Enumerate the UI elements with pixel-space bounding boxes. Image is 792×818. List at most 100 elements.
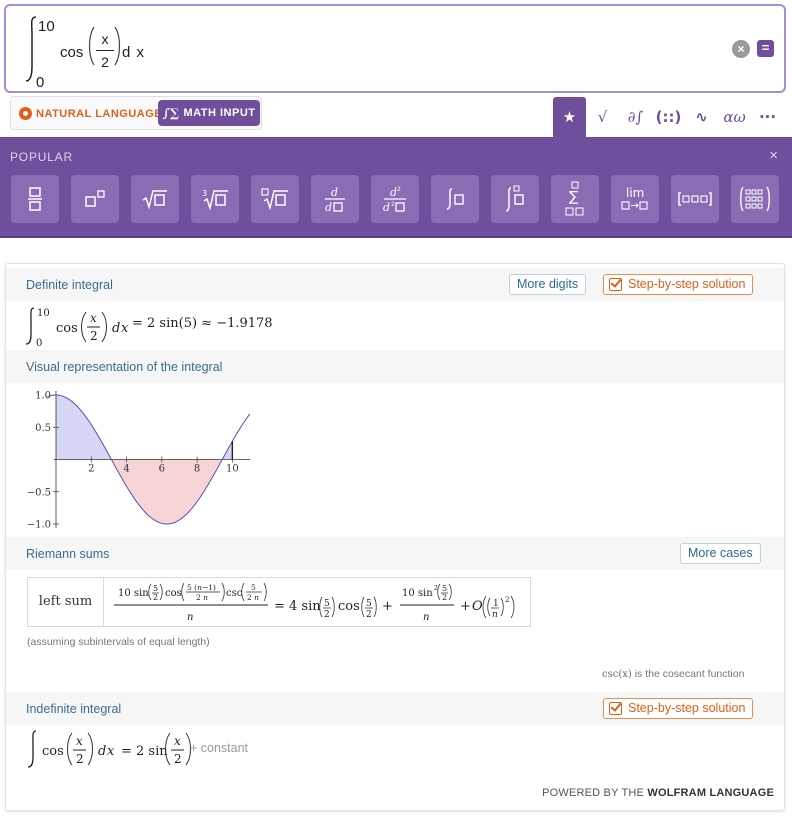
partial-integral-icon[interactable]: ∂∫ (619, 97, 652, 137)
powered-by-footer[interactable]: POWERED BY THE WOLFRAM LANGUAGE (542, 787, 774, 799)
svg-text:5: 5 (251, 583, 256, 592)
svg-text:10 sin: 10 sin (402, 588, 433, 599)
input-fraction[interactable]: x 2 (96, 30, 114, 71)
wave-icon[interactable]: ∿ (685, 97, 718, 137)
nth-root-button[interactable] (251, 175, 299, 223)
svg-text:2: 2 (442, 593, 447, 602)
more-icon[interactable]: ··· (751, 97, 784, 137)
indefinite-step-by-step-button[interactable]: Step-by-step solution (603, 698, 754, 719)
svg-text:∑: ∑ (569, 189, 579, 205)
sqrt-icon[interactable]: √ (586, 97, 619, 137)
compute-button[interactable]: = (757, 40, 774, 57)
x-tick-label: 2 (88, 464, 94, 475)
svg-text:5: 5 (324, 599, 330, 609)
matrix-button[interactable] (731, 175, 779, 223)
svg-text:2: 2 (90, 329, 98, 343)
x-tick-label: 10 (226, 464, 239, 475)
x-tick-label: 6 (159, 464, 165, 475)
svg-text:2: 2 (324, 610, 330, 620)
left-sum-label: left sum (28, 578, 104, 626)
matrix-icon[interactable]: (::) (652, 97, 685, 137)
svg-text:d: d (331, 186, 338, 199)
svg-text:x: x (90, 311, 97, 325)
vector-button[interactable] (671, 175, 719, 223)
cube-root-icon: 3 (202, 189, 228, 210)
cosecant-note-text: is the cosecant function (634, 668, 745, 680)
visual-pod-body: 2 4 6 8 10 1.0 0.5 −0.5 −1.0 (6, 383, 784, 535)
upper-limit[interactable]: 10 (38, 18, 55, 35)
math-input-label: MATH INPUT (183, 107, 256, 119)
y-tick-label: 0.5 (35, 423, 51, 434)
function-name[interactable]: cos (60, 44, 83, 61)
second-derivative-button[interactable]: d2d2 (371, 175, 419, 223)
cosecant-symbol[interactable]: csc(x) (602, 669, 632, 680)
x-tick-label: 4 (123, 464, 129, 475)
right-paren-icon (114, 26, 121, 66)
svg-text:2: 2 (397, 186, 401, 193)
wolfram-sun-icon (19, 107, 32, 120)
powered-brand: WOLFRAM LANGUAGE (647, 787, 774, 799)
lower-limit[interactable]: 0 (36, 74, 44, 91)
derivative-icon: dd (325, 186, 345, 213)
star-icon[interactable]: ★ (553, 97, 586, 137)
svg-text:5 (n−1): 5 (n−1) (187, 583, 216, 592)
math-input-box[interactable]: 10 0 cos x 2 d x × = (4, 4, 786, 93)
svg-text:2: 2 (153, 593, 158, 602)
svg-text:n: n (423, 612, 429, 623)
natural-language-label: NATURAL LANGUAGE (36, 107, 163, 120)
svg-text:10 sin: 10 sin (118, 588, 149, 599)
limit-button[interactable]: lim (611, 175, 659, 223)
svg-text:O: O (472, 599, 483, 614)
svg-text:cos: cos (42, 744, 64, 759)
svg-text:d: d (383, 201, 390, 213)
superscript-button[interactable] (71, 175, 119, 223)
svg-text:= 4 sin: = 4 sin (274, 599, 321, 614)
superscript-icon (85, 190, 105, 207)
clear-icon[interactable]: × (732, 40, 750, 58)
svg-text:lim: lim (626, 186, 644, 200)
integral-plot: 2 4 6 8 101.00.5−0.5−1.0 (27, 391, 251, 531)
left-sum-formula: 10 sin 52 cos 5 (n−1)2 n csc 52 n n = 4 … (114, 582, 515, 623)
fraction-button[interactable] (11, 175, 59, 223)
negative-area (56, 459, 233, 524)
natural-language-mode-button[interactable]: NATURAL LANGUAGE (19, 107, 162, 120)
integral-icon (446, 188, 464, 210)
input-integral-expression[interactable]: 10 0 cos x 2 d x (24, 14, 224, 91)
y-tick-label: −0.5 (27, 487, 51, 498)
checkbox-icon (609, 702, 622, 715)
svg-text:x: x (174, 734, 181, 748)
svg-text:d: d (98, 744, 106, 759)
integral-button[interactable] (431, 175, 479, 223)
definite-integral-result: 10 0 cos x 2 d x = 2 sin(5) ≈ −1.9178 (6, 301, 784, 349)
step-by-step-button[interactable]: Step-by-step solution (603, 274, 754, 295)
sum-button[interactable]: ∑ (551, 175, 599, 223)
nth-root-icon (261, 188, 288, 210)
fraction-numerator[interactable]: x (96, 30, 114, 48)
derivative-button[interactable]: dd (311, 175, 359, 223)
definite-integral-button[interactable] (491, 175, 539, 223)
svg-text:2: 2 (174, 752, 182, 766)
math-keyboard-tabs: ★ √ ∂∫ (::) ∿ αω ··· (553, 97, 784, 137)
indefinite-integral-formula: cos x 2 d x = 2 sin x 2 (27, 730, 191, 768)
definite-integral-icon (505, 185, 524, 212)
riemann-assumption: (assuming subintervals of equal length) (27, 636, 210, 648)
svg-text:x: x (107, 744, 115, 759)
svg-text:n: n (492, 610, 498, 620)
svg-text:0: 0 (36, 338, 42, 348)
cosecant-note: csc(x) is the cosecant function (602, 668, 744, 680)
constant-label: + constant (190, 741, 249, 755)
square-root-button[interactable] (131, 175, 179, 223)
svg-text:5: 5 (366, 599, 372, 609)
greek-icon[interactable]: αω (718, 97, 751, 137)
powered-prefix: POWERED BY THE (542, 787, 645, 799)
more-digits-button[interactable]: More digits (509, 274, 587, 295)
results-card: Definite integral More digits Step-by-st… (5, 263, 785, 811)
svg-text:d: d (325, 201, 332, 213)
fraction-denominator[interactable]: 2 (96, 53, 114, 71)
cube-root-button[interactable]: 3 (191, 175, 239, 223)
svg-text:x: x (121, 321, 129, 336)
fraction-icon (28, 187, 42, 211)
svg-text:1: 1 (493, 599, 499, 609)
math-input-mode-button[interactable]: ∫∑ MATH INPUT (158, 100, 260, 126)
close-icon[interactable]: × (769, 147, 778, 164)
